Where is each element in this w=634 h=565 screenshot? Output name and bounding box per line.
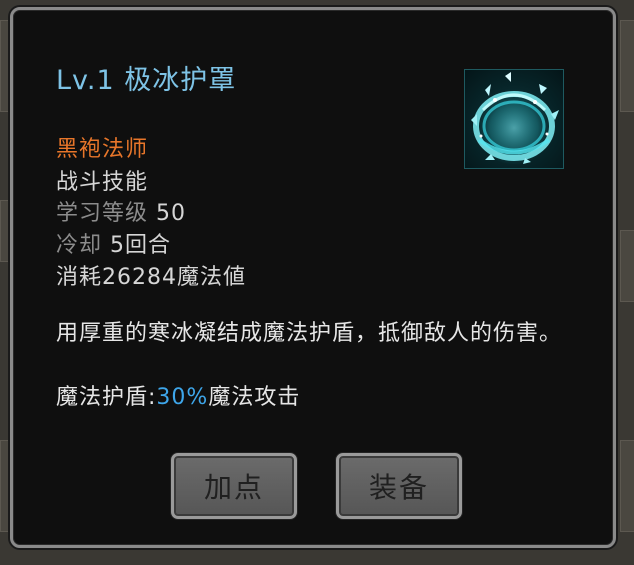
equip-button[interactable]: 装备 <box>336 453 462 519</box>
ice-shield-icon <box>464 69 564 169</box>
skill-title: Lv.1 极冰护罩 <box>56 65 237 96</box>
skill-type: 战斗技能 <box>56 170 149 195</box>
learn-level: 学习等级 50 <box>56 195 186 227</box>
learn-level-label: 学习等级 <box>56 201 149 226</box>
learn-level-value: 50 <box>156 201 187 226</box>
skill-effect: 魔法护盾:30%魔法攻击 <box>56 382 300 414</box>
skill-tooltip-panel: Lv.1 极冰护罩 黑袍法师 战斗技能 学习等级 50 冷却 5回合 消耗262… <box>10 7 616 548</box>
cooldown-label: 冷却 <box>56 233 103 258</box>
background-edge <box>620 230 634 302</box>
mana-cost: 消耗26284魔法値 <box>56 265 246 290</box>
background-edge <box>620 20 634 112</box>
add-point-button[interactable]: 加点 <box>171 453 297 519</box>
skill-description: 用厚重的寒冰凝结成魔法护盾，抵御敌人的伤害。 <box>56 321 563 346</box>
effect-suffix: 魔法攻击 <box>208 385 301 410</box>
skill-class: 黑袍法师 <box>56 137 149 162</box>
effect-value: 30% <box>156 385 209 410</box>
cooldown-value: 5回合 <box>110 233 172 258</box>
cooldown: 冷却 5回合 <box>56 227 171 259</box>
background-edge <box>620 440 634 532</box>
effect-prefix: 魔法护盾: <box>56 385 157 410</box>
